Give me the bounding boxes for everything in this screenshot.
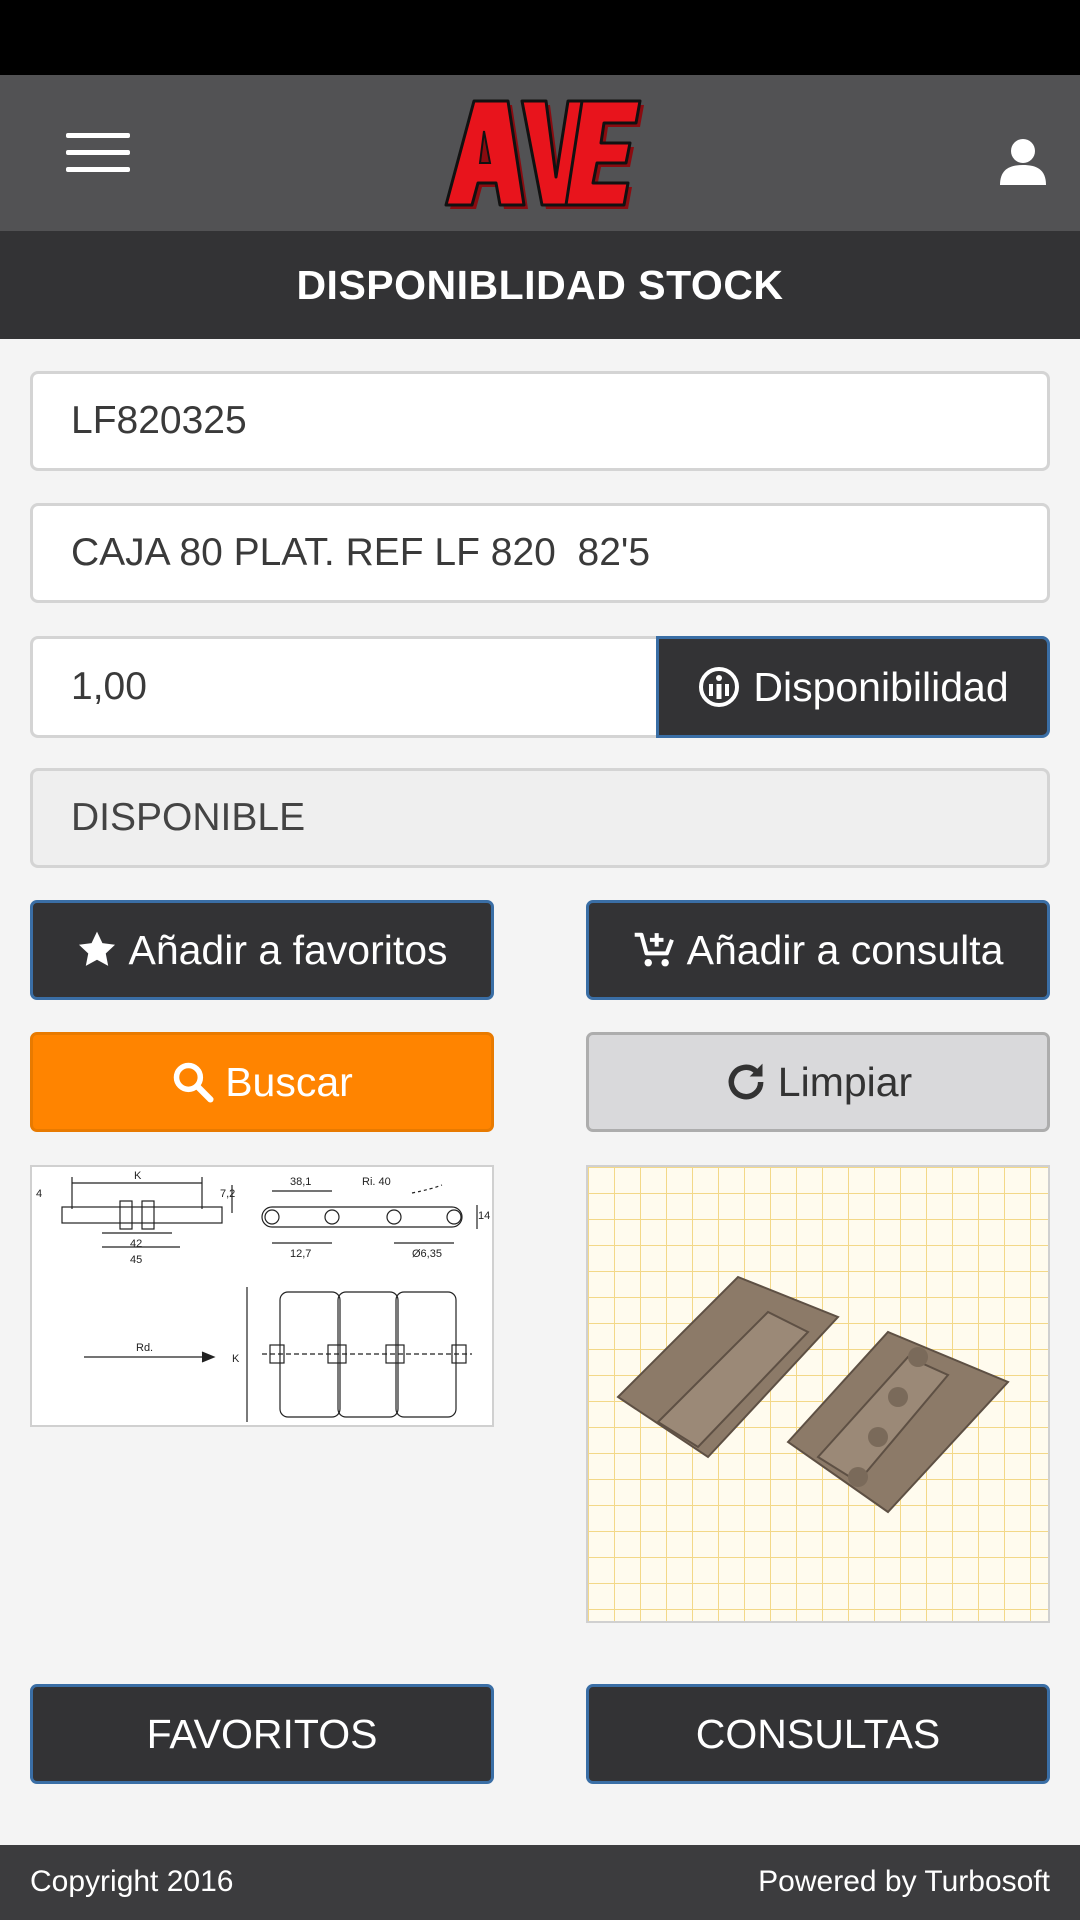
star-icon bbox=[76, 929, 118, 971]
technical-drawing-image: K 4 7,2 38,1 Ri. 40 14 42 45 12,7 Ø6,35 … bbox=[30, 1165, 494, 1427]
add-query-label: Añadir a consulta bbox=[686, 926, 1004, 973]
info-icon bbox=[697, 665, 741, 709]
dim-k-side: K bbox=[232, 1353, 240, 1365]
search-button-label: Buscar bbox=[225, 1058, 353, 1105]
dim-ri40: Ri. 40 bbox=[362, 1176, 391, 1188]
dim-45: 45 bbox=[130, 1254, 142, 1266]
description-input[interactable]: CAJA 80 PLAT. REF LF 820 82'5 bbox=[30, 503, 1050, 603]
page-title: DISPONIBLIDAD STOCK bbox=[0, 231, 1080, 339]
powered-by-text: Powered by Turbosoft bbox=[758, 1865, 1050, 1898]
hamburger-menu-icon[interactable] bbox=[58, 125, 138, 181]
reference-input[interactable]: LF820325 bbox=[30, 371, 1050, 471]
dim-6-35: Ø6,35 bbox=[412, 1248, 442, 1260]
dim-k-top: K bbox=[134, 1170, 142, 1182]
dim-7-2: 7,2 bbox=[220, 1188, 235, 1200]
dim-42: 42 bbox=[130, 1238, 142, 1250]
app-header bbox=[0, 75, 1080, 231]
user-icon[interactable] bbox=[996, 135, 1050, 189]
copyright-text: Copyright 2016 bbox=[30, 1865, 234, 1898]
add-favorites-label: Añadir a favoritos bbox=[128, 926, 448, 973]
dim-rd: Rd. bbox=[136, 1342, 153, 1354]
product-photo bbox=[586, 1165, 1050, 1623]
quantity-input[interactable]: 1,00 bbox=[30, 636, 656, 738]
queries-nav-button[interactable]: CONSULTAS bbox=[586, 1684, 1050, 1784]
status-bar bbox=[0, 0, 1080, 75]
cart-plus-icon bbox=[633, 929, 677, 971]
favorites-nav-button[interactable]: FAVORITOS bbox=[30, 1684, 494, 1784]
dim-12-7: 12,7 bbox=[290, 1248, 311, 1260]
footer: Copyright 2016 Powered by Turbosoft bbox=[0, 1845, 1080, 1920]
favorites-nav-label: FAVORITOS bbox=[146, 1710, 378, 1757]
clear-button-label: Limpiar bbox=[777, 1058, 913, 1105]
refresh-icon bbox=[724, 1060, 768, 1104]
availability-button-label: Disponibilidad bbox=[753, 663, 1009, 710]
search-icon bbox=[171, 1060, 215, 1104]
dim-4: 4 bbox=[36, 1188, 42, 1200]
dim-14: 14 bbox=[478, 1210, 490, 1222]
add-query-button[interactable]: Añadir a consulta bbox=[586, 900, 1050, 1000]
ave-logo bbox=[444, 99, 644, 209]
clear-button[interactable]: Limpiar bbox=[586, 1032, 1050, 1132]
dim-38-1: 38,1 bbox=[290, 1176, 311, 1188]
search-button[interactable]: Buscar bbox=[30, 1032, 494, 1132]
queries-nav-label: CONSULTAS bbox=[695, 1710, 941, 1757]
status-field: DISPONIBLE bbox=[30, 768, 1050, 868]
add-favorites-button[interactable]: Añadir a favoritos bbox=[30, 900, 494, 1000]
availability-button[interactable]: Disponibilidad bbox=[656, 636, 1050, 738]
